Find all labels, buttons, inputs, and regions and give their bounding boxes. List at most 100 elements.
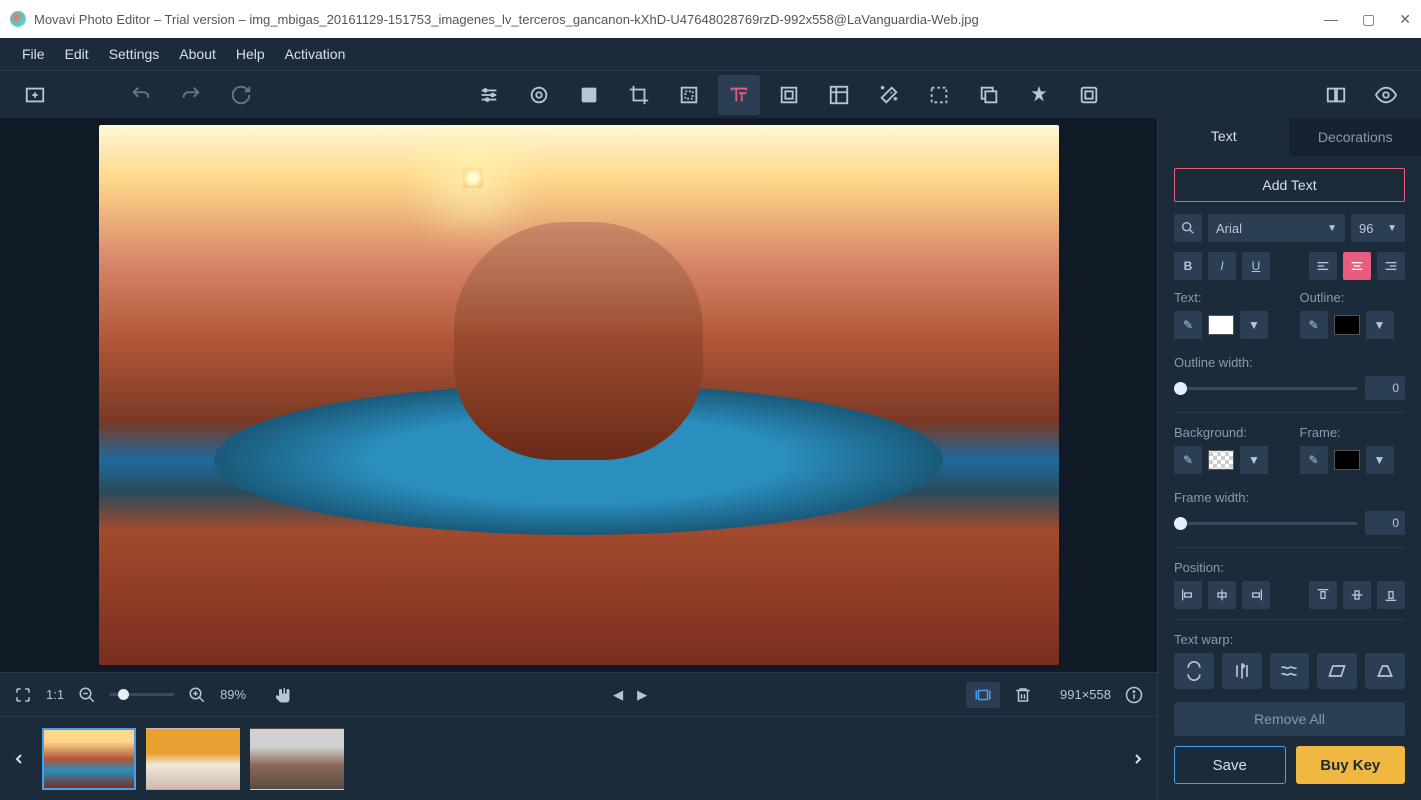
menu-help[interactable]: Help xyxy=(226,38,275,70)
text-color-swatch[interactable] xyxy=(1208,315,1234,335)
warp-arc-button[interactable] xyxy=(1174,653,1214,689)
pan-button[interactable] xyxy=(276,686,294,704)
menu-activation[interactable]: Activation xyxy=(275,38,356,70)
thumb-1[interactable] xyxy=(42,728,136,790)
undo-button[interactable] xyxy=(120,75,162,115)
text-color-dd[interactable]: ▼ xyxy=(1240,311,1268,339)
effects-icon[interactable] xyxy=(518,75,560,115)
text-icon[interactable] xyxy=(718,75,760,115)
zoom-out-button[interactable] xyxy=(78,686,96,704)
preview-icon[interactable] xyxy=(1365,75,1407,115)
frame-width-label: Frame width: xyxy=(1174,490,1405,505)
align-right-button[interactable] xyxy=(1377,252,1405,280)
font-search-icon[interactable] xyxy=(1174,214,1202,242)
delete-button[interactable] xyxy=(1014,686,1032,704)
bg-color-swatch[interactable] xyxy=(1208,450,1234,470)
pos-right-button[interactable] xyxy=(1242,581,1270,609)
magic-icon[interactable] xyxy=(868,75,910,115)
filmstrip-prev[interactable] xyxy=(6,729,32,789)
text-color-label: Text: xyxy=(1174,290,1280,305)
tab-text[interactable]: Text xyxy=(1158,118,1290,156)
frame-eyedrop-icon[interactable]: ✎ xyxy=(1300,446,1328,474)
minimize-button[interactable]: — xyxy=(1324,11,1338,28)
align-left-button[interactable] xyxy=(1309,252,1337,280)
redo-button[interactable] xyxy=(170,75,212,115)
frame-color-dd[interactable]: ▼ xyxy=(1366,446,1394,474)
open-button[interactable] xyxy=(14,75,56,115)
menu-edit[interactable]: Edit xyxy=(55,38,99,70)
italic-button[interactable]: I xyxy=(1208,252,1236,280)
text-eyedrop-icon[interactable]: ✎ xyxy=(1174,311,1202,339)
restore-icon[interactable] xyxy=(1068,75,1110,115)
canvas[interactable] xyxy=(0,118,1157,672)
noise-icon[interactable] xyxy=(768,75,810,115)
outline-width-label: Outline width: xyxy=(1174,355,1405,370)
frame-width-value[interactable]: 0 xyxy=(1365,511,1405,535)
bg-color-dd[interactable]: ▼ xyxy=(1240,446,1268,474)
window-title: Movavi Photo Editor – Trial version – im… xyxy=(34,12,979,27)
background-icon[interactable] xyxy=(918,75,960,115)
filmstrip xyxy=(0,716,1157,800)
save-button[interactable]: Save xyxy=(1174,746,1286,784)
pos-top-button[interactable] xyxy=(1309,581,1337,609)
fullscreen-button[interactable] xyxy=(14,686,32,704)
zoom-slider[interactable] xyxy=(110,693,174,696)
pos-vcenter-button[interactable] xyxy=(1343,581,1371,609)
side-panel: Text Decorations Add Text Arial▼ 96▼ B I… xyxy=(1157,118,1421,800)
warp-vertical-button[interactable] xyxy=(1222,653,1262,689)
align-center-button[interactable] xyxy=(1343,252,1371,280)
background-label: Background: xyxy=(1174,425,1280,440)
resize-icon[interactable] xyxy=(668,75,710,115)
thumb-3[interactable] xyxy=(250,728,344,790)
menu-settings[interactable]: Settings xyxy=(99,38,170,70)
bg-eyedrop-icon[interactable]: ✎ xyxy=(1174,446,1202,474)
frame-icon[interactable] xyxy=(818,75,860,115)
adjust-icon[interactable] xyxy=(468,75,510,115)
reset-button[interactable] xyxy=(220,75,262,115)
outline-color-swatch[interactable] xyxy=(1334,315,1360,335)
outline-label: Outline: xyxy=(1300,290,1406,305)
menu-about[interactable]: About xyxy=(169,38,226,70)
menu-file[interactable]: File xyxy=(12,38,55,70)
filmstrip-toggle[interactable] xyxy=(966,682,1000,708)
fit-button[interactable]: 1:1 xyxy=(46,687,64,702)
font-size-select[interactable]: 96▼ xyxy=(1351,214,1405,242)
frame-width-slider[interactable] xyxy=(1174,522,1357,525)
zoom-in-button[interactable] xyxy=(188,686,206,704)
retouch-icon[interactable] xyxy=(568,75,610,115)
status-bar: 1:1 89% ◀ ▶ 991×558 xyxy=(0,672,1157,716)
outline-eyedrop-icon[interactable]: ✎ xyxy=(1300,311,1328,339)
next-button[interactable]: ▶ xyxy=(637,687,647,703)
compare-icon[interactable] xyxy=(1315,75,1357,115)
prev-button[interactable]: ◀ xyxy=(613,687,623,703)
close-button[interactable]: ✕ xyxy=(1399,11,1411,28)
warp-skew-button[interactable] xyxy=(1317,653,1357,689)
buy-key-button[interactable]: Buy Key xyxy=(1296,746,1406,784)
thumb-2[interactable] xyxy=(146,728,240,790)
outline-color-dd[interactable]: ▼ xyxy=(1366,311,1394,339)
add-text-button[interactable]: Add Text xyxy=(1174,168,1405,202)
image-dimensions: 991×558 xyxy=(1060,687,1111,702)
pos-left-button[interactable] xyxy=(1174,581,1202,609)
outline-width-slider[interactable] xyxy=(1174,387,1357,390)
insert-icon[interactable] xyxy=(1018,75,1060,115)
info-button[interactable] xyxy=(1125,686,1143,704)
warp-wave-button[interactable] xyxy=(1270,653,1310,689)
pos-bottom-button[interactable] xyxy=(1377,581,1405,609)
bold-button[interactable]: B xyxy=(1174,252,1202,280)
pos-hcenter-button[interactable] xyxy=(1208,581,1236,609)
filmstrip-next[interactable] xyxy=(1125,729,1151,789)
warp-perspective-button[interactable] xyxy=(1365,653,1405,689)
remove-all-button[interactable]: Remove All xyxy=(1174,702,1405,736)
copy-icon[interactable] xyxy=(968,75,1010,115)
frame-color-swatch[interactable] xyxy=(1334,450,1360,470)
font-select[interactable]: Arial▼ xyxy=(1208,214,1345,242)
outline-width-value[interactable]: 0 xyxy=(1365,376,1405,400)
underline-button[interactable]: U xyxy=(1242,252,1270,280)
titlebar: Movavi Photo Editor – Trial version – im… xyxy=(0,0,1421,38)
toolbar xyxy=(0,70,1421,118)
app-icon xyxy=(10,11,26,27)
tab-decorations[interactable]: Decorations xyxy=(1290,118,1421,156)
crop-icon[interactable] xyxy=(618,75,660,115)
maximize-button[interactable]: ▢ xyxy=(1362,11,1375,28)
